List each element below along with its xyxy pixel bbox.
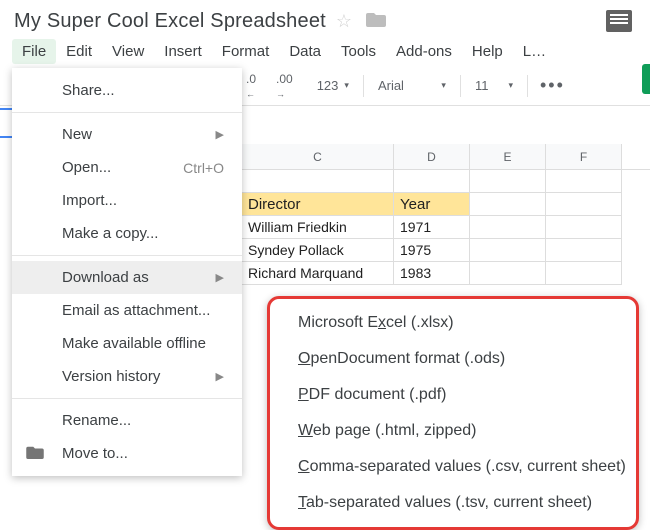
font-family-dropdown[interactable]: Arial ▾ [372,74,452,97]
menu-item-new[interactable]: New▶ [12,118,242,151]
menu-format[interactable]: Format [212,39,280,64]
folder-icon [26,443,44,464]
shortcut-label: Ctrl+O [183,160,224,176]
menu-item-make-copy[interactable]: Make a copy... [12,217,242,250]
file-menu-dropdown: Share... New▶ Open...Ctrl+O Import... Ma… [12,68,242,476]
submenu-arrow-icon: ▶ [216,370,224,383]
menu-item-available-offline[interactable]: Make available offline [12,327,242,360]
menu-insert[interactable]: Insert [154,39,212,64]
menu-bar: File Edit View Insert Format Data Tools … [0,36,650,66]
column-header-e[interactable]: E [470,144,546,169]
share-button-edge[interactable] [642,64,650,94]
decrease-decimal-button[interactable]: .0← [246,72,256,100]
row-selection-indicator [0,108,12,138]
download-csv[interactable]: Comma-separated values (.csv, current sh… [270,449,636,485]
download-tsv[interactable]: Tab-separated values (.tsv, current shee… [270,485,636,521]
header-director[interactable]: Director [242,193,394,216]
column-header-c[interactable]: C [242,144,394,169]
download-ods[interactable]: OpenDocument format (.ods) [270,341,636,377]
menu-item-download-as[interactable]: Download as▶ [12,261,242,294]
menu-tools[interactable]: Tools [331,39,386,64]
menu-file[interactable]: File [12,39,56,64]
chevron-down-icon: ▾ [441,80,446,91]
submenu-arrow-icon: ▶ [216,271,224,284]
submenu-arrow-icon: ▶ [216,128,224,141]
download-html[interactable]: Web page (.html, zipped) [270,413,636,449]
menu-help[interactable]: Help [462,39,513,64]
document-title[interactable]: My Super Cool Excel Spreadsheet [14,10,326,33]
menu-item-email-attachment[interactable]: Email as attachment... [12,294,242,327]
comments-icon[interactable] [606,10,632,32]
download-as-submenu: Microsoft Excel (.xlsx) OpenDocument for… [267,296,639,530]
menu-item-import[interactable]: Import... [12,184,242,217]
menu-edit[interactable]: Edit [56,39,102,64]
column-header-d[interactable]: D [394,144,470,169]
star-icon[interactable]: ☆ [336,11,352,32]
chevron-down-icon: ▾ [508,80,513,91]
column-header-f[interactable]: F [546,144,622,169]
menu-item-version-history[interactable]: Version history▶ [12,360,242,393]
menu-view[interactable]: View [102,39,154,64]
header-year[interactable]: Year [394,193,470,216]
menu-item-share[interactable]: Share... [12,74,242,107]
increase-decimal-button[interactable]: .00→ [276,72,293,100]
menu-item-move-to[interactable]: Move to... [12,437,242,470]
download-xlsx[interactable]: Microsoft Excel (.xlsx) [270,305,636,341]
menu-item-rename[interactable]: Rename... [12,404,242,437]
font-size-dropdown[interactable]: 11 ▾ [469,74,519,97]
chevron-down-icon: ▾ [344,80,349,91]
download-pdf[interactable]: PDF document (.pdf) [270,377,636,413]
more-toolbar-button[interactable]: ••• [540,75,565,96]
menu-last-edit[interactable]: L… [513,39,556,64]
menu-item-open[interactable]: Open...Ctrl+O [12,151,242,184]
number-format-dropdown[interactable]: 123▾ [311,74,355,97]
menu-data[interactable]: Data [279,39,331,64]
folder-icon[interactable] [366,10,386,33]
menu-addons[interactable]: Add-ons [386,39,462,64]
